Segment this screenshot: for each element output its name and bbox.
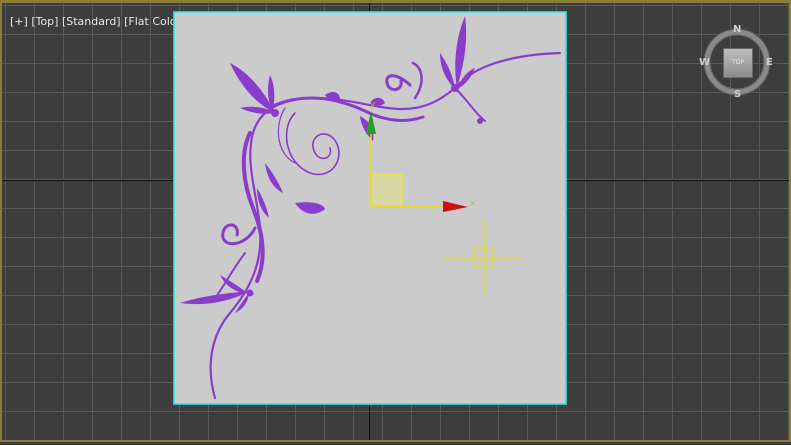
compass-north[interactable]: N bbox=[733, 24, 741, 35]
compass-south[interactable]: S bbox=[734, 89, 741, 100]
viewcube[interactable]: N S W E TOP bbox=[699, 24, 773, 100]
top-viewport[interactable]: [+] [Top] [Standard] [Flat Color] y x N … bbox=[0, 0, 791, 442]
y-axis-arrow[interactable] bbox=[366, 111, 376, 134]
compass-east[interactable]: E bbox=[766, 57, 773, 68]
x-axis-label: x bbox=[470, 199, 476, 209]
move-transform-gizmo[interactable]: y x bbox=[2, 3, 791, 445]
xy-plane-handle[interactable] bbox=[370, 173, 404, 207]
compass-west[interactable]: W bbox=[699, 57, 710, 68]
viewcube-top-face[interactable]: TOP bbox=[723, 48, 753, 78]
y-axis-label: y bbox=[370, 100, 376, 110]
x-axis-arrow[interactable] bbox=[443, 201, 468, 212]
